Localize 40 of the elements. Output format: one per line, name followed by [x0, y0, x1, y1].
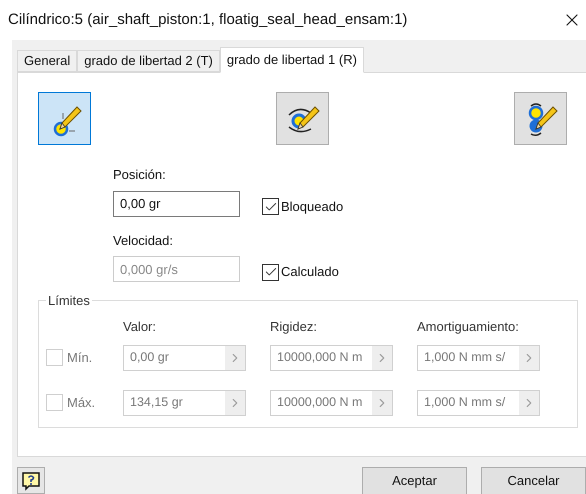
chevron-icon[interactable] — [225, 346, 245, 370]
dialog-button[interactable]: Aceptar — [362, 467, 467, 494]
tab[interactable]: grado de libertad 2 (T) — [77, 50, 220, 72]
field-value: 0,00 gr — [129, 349, 170, 366]
column-header: Rigidez: — [270, 318, 318, 336]
chevron-icon[interactable] — [519, 346, 539, 370]
limit-field[interactable]: 1,000 N mm s/ — [417, 390, 540, 416]
tab[interactable]: grado de libertad 1 (R) — [220, 47, 364, 73]
help-icon — [21, 470, 41, 490]
column-header: Valor: — [123, 318, 157, 336]
row-label: Mín. — [67, 348, 92, 367]
limit-field[interactable]: 1,000 N mm s/ — [417, 344, 540, 370]
dialog-button[interactable]: Cancelar — [481, 467, 586, 494]
mode-button[interactable] — [38, 92, 91, 145]
field-value: 1,000 N mm s/ — [423, 349, 506, 366]
column-header: Amortiguamiento: — [417, 318, 520, 336]
field-value: 10000,000 N m — [276, 349, 364, 366]
field-label: Velocidad: — [113, 232, 174, 250]
mode-button[interactable] — [276, 92, 329, 145]
limit-field[interactable]: 10000,000 N m — [270, 344, 393, 370]
chevron-icon[interactable] — [225, 390, 245, 414]
limit-field[interactable]: 134,15 gr — [123, 390, 246, 416]
limit-field[interactable]: 0,00 gr — [123, 344, 246, 370]
checkbox-label: Calculado — [281, 263, 339, 282]
row-label: Máx. — [67, 394, 96, 412]
tab[interactable]: General — [17, 50, 78, 72]
value-field[interactable]: 0,00 gr — [113, 190, 240, 216]
window-title: Cilíndrico:5 (air_shaft_piston:1, floatig_seal_head_ensam:1) — [8, 10, 408, 30]
field-label: Posición: — [113, 166, 167, 184]
chevron-icon[interactable] — [519, 390, 539, 414]
limit-field[interactable]: 10000,000 N m — [270, 390, 393, 416]
field-value: 10000,000 N m — [276, 394, 364, 412]
help-button[interactable] — [17, 467, 45, 494]
chevron-icon[interactable] — [372, 346, 392, 370]
checkbox-label: Bloqueado — [281, 198, 344, 216]
field-value: 1,000 N mm s/ — [423, 394, 506, 412]
checkbox[interactable] — [262, 198, 279, 215]
mode-button[interactable] — [514, 92, 567, 145]
field-value: 134,15 gr — [129, 394, 184, 412]
chevron-icon[interactable] — [372, 390, 392, 414]
